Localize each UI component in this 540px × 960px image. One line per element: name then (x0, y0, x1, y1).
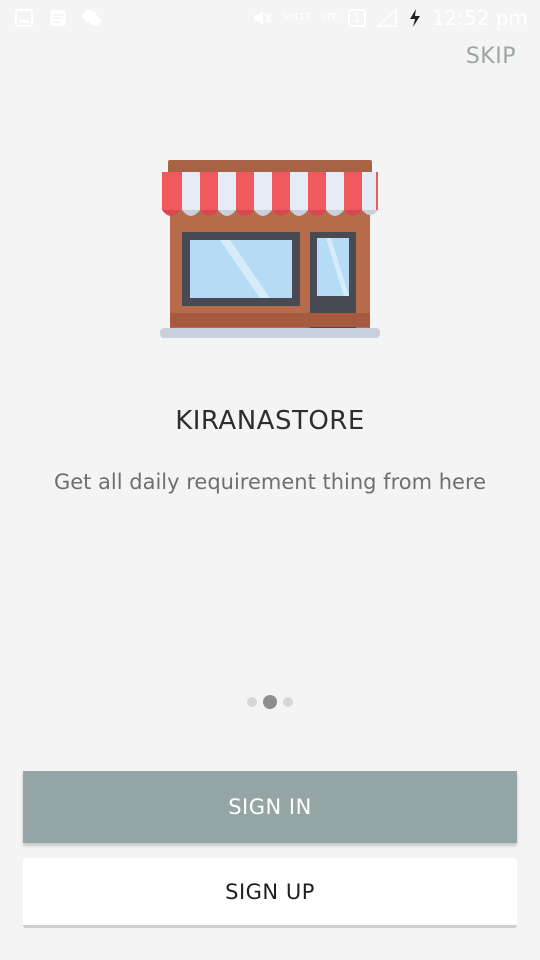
charging-icon (409, 9, 420, 27)
clock: 12:52 pm (431, 6, 528, 30)
page-subtitle: Get all daily requirement thing from her… (53, 470, 487, 494)
mute-icon (253, 11, 272, 25)
notification-icons (14, 8, 102, 28)
sign-up-button[interactable]: SIGN UP (23, 858, 517, 928)
sim-indicator: 1 (348, 9, 366, 27)
page-dot[interactable] (283, 697, 293, 707)
page-title: KIRANASTORE (175, 406, 365, 436)
page-indicator (0, 695, 540, 709)
page-dot[interactable] (247, 697, 257, 707)
lte-indicator: LTE (321, 12, 339, 23)
store-icon (160, 160, 380, 338)
page-dot-active[interactable] (263, 695, 277, 709)
system-icons: VoLTE LTE 1 12:52 pm (251, 6, 528, 30)
skip-button[interactable]: SKIP (466, 44, 516, 69)
sign-in-button[interactable]: SIGN IN (23, 771, 517, 843)
gallery-icon (15, 9, 33, 27)
wechat-icon (83, 10, 101, 26)
message-icon (50, 10, 66, 26)
signal-icon (375, 8, 397, 27)
status-bar: VoLTE LTE 1 12:52 pm (0, 0, 540, 38)
volte-indicator: VoLTE (282, 12, 312, 23)
